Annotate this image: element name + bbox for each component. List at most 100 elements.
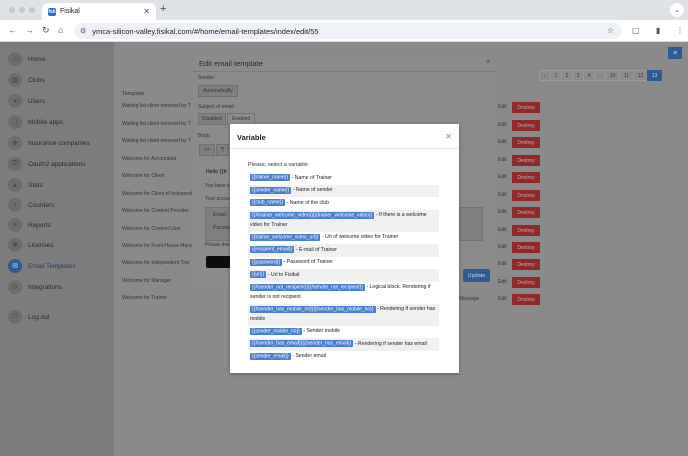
- sidebar-item-home[interactable]: ⌂ Home: [8, 52, 45, 66]
- bookmark-star-icon[interactable]: ☆: [607, 26, 614, 35]
- destroy-button[interactable]: Destroy: [512, 242, 540, 253]
- destroy-button[interactable]: Destroy: [512, 172, 540, 183]
- variable-tag[interactable]: {{#sender_has_mobile_no}}{{/sender_has_m…: [250, 305, 376, 313]
- variable-item: {{sender_mobile_no}} - Sender mobile: [248, 326, 439, 339]
- body-label: Body:: [198, 133, 211, 139]
- edit-link[interactable]: Edit: [498, 244, 507, 250]
- tab-close-icon[interactable]: ✕: [143, 7, 150, 16]
- destroy-button[interactable]: Destroy: [512, 137, 540, 148]
- window-zoom-button[interactable]: [29, 7, 35, 13]
- variable-description: - Name of the club: [285, 199, 329, 206]
- pagination-page[interactable]: 11: [619, 70, 634, 81]
- code-view-button[interactable]: <>: [199, 144, 215, 156]
- variable-tag[interactable]: {{sender_name}}: [250, 186, 292, 194]
- home-icon[interactable]: ⌂: [58, 25, 63, 35]
- variable-prompt: Please, select a variable:: [248, 162, 310, 168]
- edit-link[interactable]: Edit: [498, 157, 507, 163]
- sidebar-item-label: Stats: [28, 181, 43, 189]
- destroy-button[interactable]: Destroy: [512, 207, 540, 218]
- sidebar-item-integrations[interactable]: ⟳ Integrations: [8, 280, 62, 294]
- destroy-button[interactable]: Destroy: [512, 190, 540, 201]
- close-icon[interactable]: ✕: [485, 58, 491, 66]
- destroy-button[interactable]: Destroy: [512, 225, 540, 236]
- sidebar-item-licenses[interactable]: ✱ Licenses: [8, 238, 54, 252]
- menu-toggle-button[interactable]: ≡: [668, 47, 682, 59]
- sidebar-item-mobile-apps[interactable]: ▯ Mobile apps: [8, 115, 63, 129]
- variable-tag[interactable]: {{recipient_email}}: [250, 246, 295, 253]
- edit-link[interactable]: Edit: [498, 104, 507, 110]
- destroy-button[interactable]: Destroy: [512, 277, 540, 288]
- variable-tag[interactable]: {{club_name}}: [250, 199, 286, 206]
- table-row: Welcome for Client: [122, 173, 165, 179]
- variable-tag[interactable]: {{#sender_has_email}}{{/sender_has_email…: [250, 340, 354, 347]
- sidebar-item-reports[interactable]: ≡ Reports: [8, 218, 51, 232]
- forward-icon[interactable]: →: [25, 25, 34, 35]
- sidebar-item-users[interactable]: ● Users: [8, 94, 45, 108]
- variable-tag[interactable]: {{url}}: [250, 271, 267, 278]
- variable-tag[interactable]: {{trainer_name}}: [250, 174, 291, 181]
- variable-description: - Sender mobile: [301, 328, 340, 334]
- divider: [193, 71, 497, 72]
- stats-icon: ▲: [8, 178, 22, 192]
- sidebar-item-email-templates[interactable]: ✉ Email Templates: [8, 259, 76, 273]
- sidebar-item-insurance[interactable]: ✚ Insurance companies: [8, 136, 90, 150]
- sidebar-item-label: Mobile apps: [28, 118, 64, 126]
- destroy-button[interactable]: Destroy: [512, 120, 540, 131]
- sidebar-item-clubs[interactable]: ▦ Clubs: [8, 73, 45, 87]
- variable-description: - Name of Trainer: [290, 174, 332, 181]
- edit-link[interactable]: Edit: [498, 122, 507, 128]
- edit-link[interactable]: Edit: [498, 139, 507, 145]
- variable-tag[interactable]: {{password}}: [250, 258, 283, 266]
- variable-item: {{sender_name}} - Name of sender: [248, 184, 439, 197]
- window-minimize-button[interactable]: [19, 7, 25, 13]
- variable-tag[interactable]: {{#sender_not_recipient}}{{/sender_not_r…: [250, 283, 365, 291]
- sidebar-item-label: Oauth2 applications: [28, 160, 86, 168]
- variable-item: {{url}} - Url to Fisikal: [248, 269, 439, 282]
- pagination-page[interactable]: 12: [633, 70, 648, 81]
- paragraph-button[interactable]: ¶: [216, 144, 229, 156]
- site-info-icon[interactable]: ⚙: [80, 27, 86, 35]
- tab-search-icon[interactable]: ⌄: [670, 3, 684, 17]
- variable-item: {{club_name}} - Name of the club: [248, 197, 439, 210]
- edit-link[interactable]: Edit: [498, 279, 507, 285]
- destroy-button[interactable]: Destroy: [512, 294, 540, 305]
- edit-link[interactable]: Edit: [498, 227, 507, 233]
- variable-description: - Name of sender: [291, 187, 333, 193]
- edit-link[interactable]: Edit: [498, 261, 507, 267]
- sidebar-item-oauth2[interactable]: ⚿ Oauth2 applications: [8, 157, 85, 171]
- pagination-page-current[interactable]: 13: [647, 70, 662, 81]
- browser-menu-icon[interactable]: ⋮: [676, 26, 684, 35]
- sidebar-item-stats[interactable]: ▲ Stats: [8, 178, 43, 192]
- close-icon[interactable]: ✕: [445, 132, 452, 141]
- edit-link[interactable]: Edit: [498, 209, 507, 215]
- subject-disabled-button[interactable]: Disabled: [198, 113, 226, 125]
- address-bar[interactable]: ⚙ ymca-silicon-valley.fisikal.com/#/home…: [74, 23, 622, 39]
- edit-link[interactable]: Edit: [498, 174, 507, 180]
- variable-tag[interactable]: {{sender_mobile_no}}: [250, 327, 302, 335]
- variable-tag[interactable]: {{sender_email}}: [250, 352, 291, 360]
- edit-link[interactable]: Edit: [498, 296, 507, 302]
- profile-icon[interactable]: ▮: [656, 26, 660, 35]
- pagination-page[interactable]: 10: [605, 70, 620, 81]
- back-icon[interactable]: ←: [8, 25, 17, 35]
- update-button[interactable]: Update: [463, 269, 490, 282]
- body-text: You have b: [205, 183, 230, 189]
- sidebar-item-counters[interactable]: + Counters: [8, 198, 54, 212]
- destroy-button[interactable]: Destroy: [512, 259, 540, 270]
- sidebar-item-log-out[interactable]: ⏻ Log out: [8, 310, 50, 324]
- edit-link[interactable]: Edit: [498, 192, 507, 198]
- extensions-icon[interactable]: ▢: [632, 26, 640, 35]
- body-text: Please dov: [205, 242, 230, 248]
- sidebar-item-label: Email Templates: [28, 262, 76, 270]
- table-row: Waiting list client removed by T: [122, 103, 191, 109]
- browser-tab[interactable]: fsk Fisikal ✕: [42, 3, 156, 20]
- variable-tag[interactable]: {{trainer_welcome_video_url}}: [250, 233, 321, 241]
- window-close-button[interactable]: [9, 7, 15, 13]
- variable-tag[interactable]: {{#trainer_welcome_video}}{{/trainer_wel…: [250, 211, 375, 219]
- sender-select[interactable]: Automatically: [198, 85, 238, 97]
- destroy-button[interactable]: Destroy: [512, 155, 540, 166]
- variable-description: - E-mail of Trainer: [294, 246, 337, 253]
- new-tab-icon[interactable]: +: [160, 3, 166, 15]
- destroy-button[interactable]: Destroy: [512, 102, 540, 113]
- reload-icon[interactable]: ↻: [42, 25, 50, 36]
